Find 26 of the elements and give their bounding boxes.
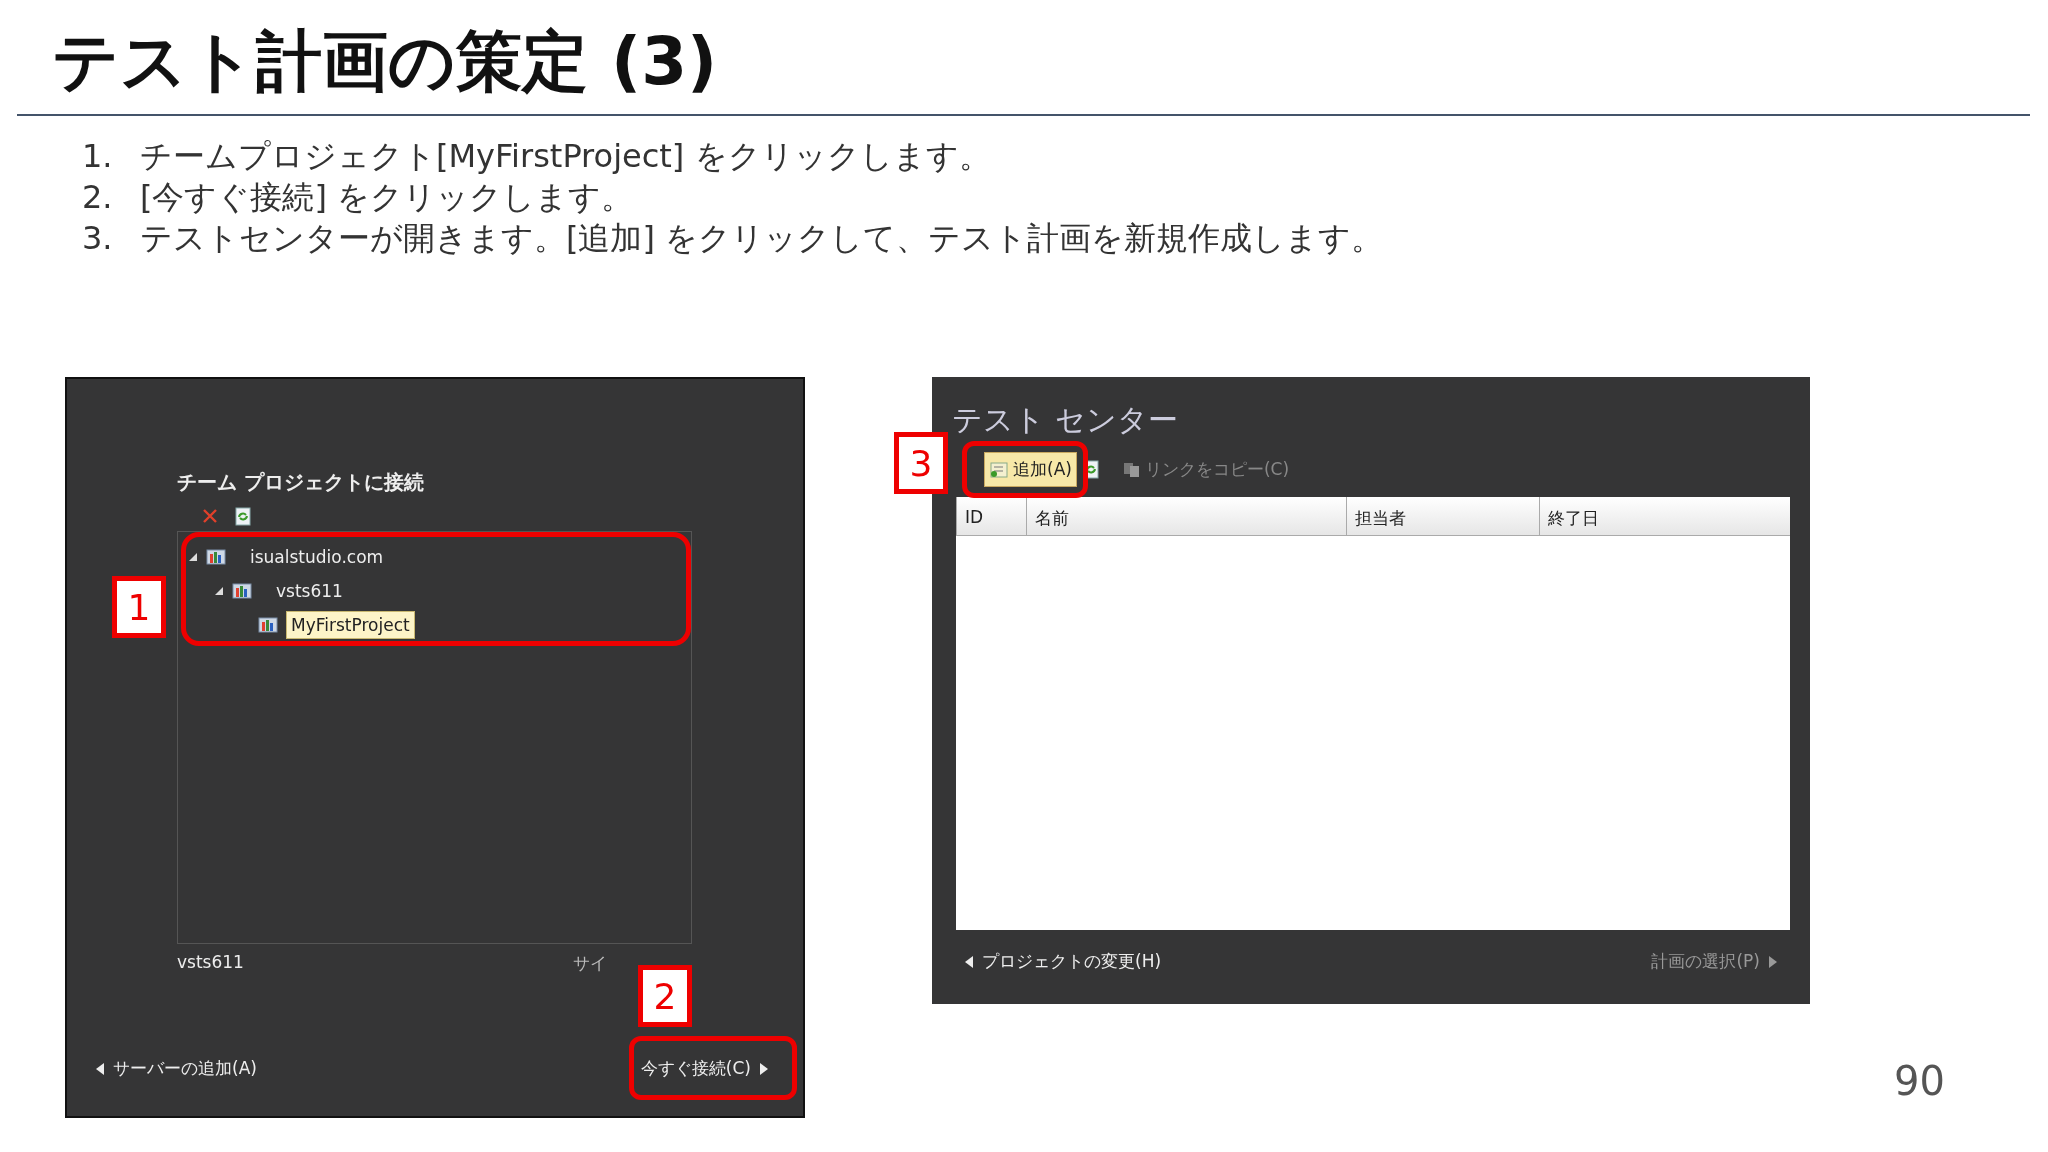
callout-number: 1: [112, 576, 166, 638]
step-text: [今すぐ接続] をクリックします。: [140, 177, 634, 218]
slide-title: テスト計画の策定 (3): [51, 22, 719, 102]
step-number: 3.: [82, 218, 114, 259]
dialog-heading: チーム プロジェクトに接続: [177, 469, 425, 496]
step-text: テストセンターが開きます。[追加] をクリックして、テスト計画を新規作成します。: [140, 218, 1384, 259]
callout-number: 2: [638, 965, 692, 1027]
connect-button[interactable]: 今すぐ接続(C): [628, 1043, 781, 1094]
window-title: テスト センター: [952, 401, 1179, 439]
column-header[interactable]: 終了日: [1539, 497, 1790, 535]
sign-out-link[interactable]: サイ: [573, 952, 607, 975]
tree-item[interactable]: vsts611: [272, 578, 347, 604]
tree-item[interactable]: MyFirstProject: [286, 611, 415, 639]
toolbar-button[interactable]: 追加(A): [984, 452, 1077, 487]
change-project-link[interactable]: プロジェクトの変更(H): [964, 950, 1162, 973]
step-text: チームプロジェクト[MyFirstProject] をクリックします。: [140, 136, 991, 177]
column-header[interactable]: ID: [956, 497, 1026, 535]
user-name: vsts611: [177, 952, 244, 974]
step-number: 2.: [82, 177, 114, 218]
step-number: 1.: [82, 136, 114, 177]
add-server-link[interactable]: サーバーの追加(A): [95, 1043, 257, 1094]
page-number: 90: [1894, 1058, 1945, 1104]
column-header[interactable]: 担当者: [1346, 497, 1539, 535]
tree-item[interactable]: isualstudio.com: [246, 544, 388, 570]
column-header[interactable]: 名前: [1026, 497, 1346, 535]
callout-number: 3: [894, 432, 948, 494]
